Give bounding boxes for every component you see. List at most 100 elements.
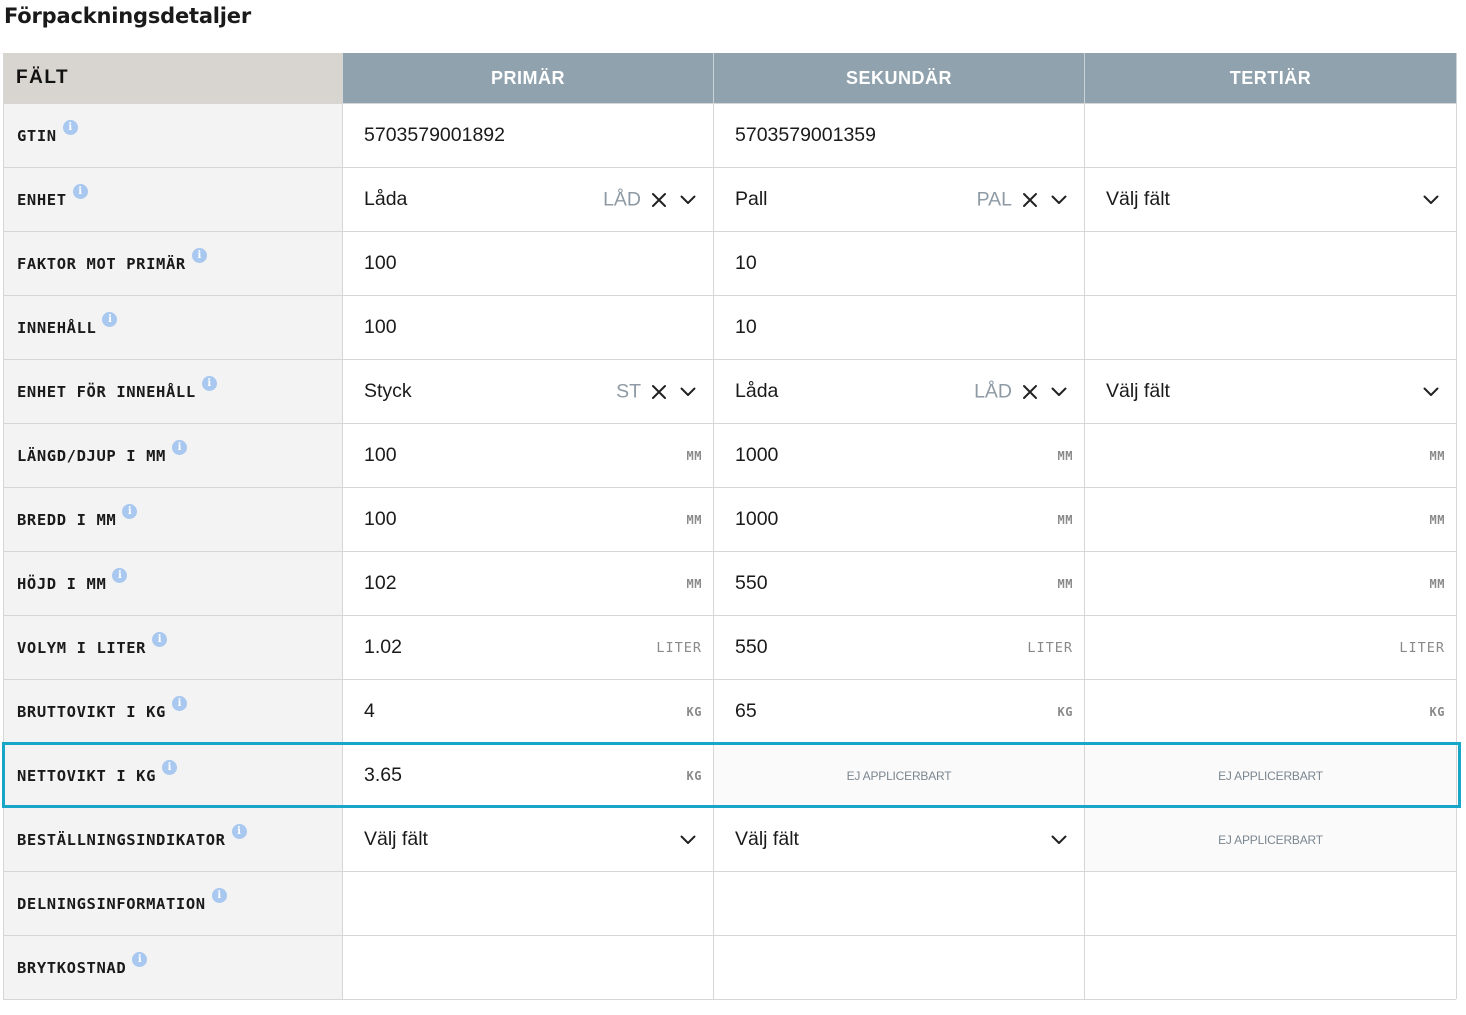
unit-label: MM	[1429, 512, 1445, 527]
packaging-details-table: FÄLT PRIMÄR SEKUNDÄR TERTIÄR GTIN i 570357…	[3, 53, 1457, 1000]
input-value[interactable]: 1000	[735, 444, 778, 467]
input-value[interactable]: 5703579001892	[364, 124, 505, 147]
innehåll-tertiary-cell[interactable]	[1085, 295, 1457, 359]
field-label-text: VOLYM I LITER	[17, 638, 147, 657]
beställningsindikator-secondary-cell[interactable]: Välj fält	[714, 807, 1085, 871]
unit-label: KG	[1057, 704, 1073, 719]
delningsinformation-secondary-cell[interactable]	[714, 871, 1085, 935]
input-value[interactable]: 10	[735, 252, 757, 275]
input-value[interactable]: 100	[364, 316, 397, 339]
select-value[interactable]: Välj fält	[735, 828, 799, 851]
chevron-down-icon[interactable]	[1423, 195, 1439, 205]
chevron-down-icon[interactable]	[680, 195, 696, 205]
select-value[interactable]: Styck	[364, 380, 412, 403]
select-value[interactable]: Välj fält	[1106, 380, 1170, 403]
enhet-secondary-cell[interactable]: Pall PAL	[714, 167, 1085, 231]
chevron-down-icon[interactable]	[1051, 387, 1067, 397]
info-icon[interactable]: i	[191, 248, 207, 263]
select-value[interactable]: Låda	[735, 380, 778, 403]
field-label-text: NETTOVIKT I KG	[17, 766, 157, 785]
enhet-för-innehåll-tertiary-cell[interactable]: Välj fält	[1085, 359, 1457, 423]
chevron-down-icon[interactable]	[1051, 835, 1067, 845]
enhet-primary-cell[interactable]: Låda LÅD	[343, 167, 714, 231]
input-value[interactable]: 100	[364, 508, 397, 531]
input-value[interactable]: 100	[364, 444, 397, 467]
info-icon[interactable]: i	[171, 440, 187, 455]
field-label-faktor-mot-primär: FAKTOR MOT PRIMÄR i	[4, 231, 343, 295]
enhet-för-innehåll-secondary-cell[interactable]: Låda LÅD	[714, 359, 1085, 423]
längd-djup-i-mm-primary-cell[interactable]: 100 MM	[343, 423, 714, 487]
clear-selection-icon[interactable]	[1022, 384, 1038, 400]
info-icon[interactable]: i	[162, 760, 178, 775]
brytkostnad-primary-cell[interactable]	[343, 935, 714, 999]
info-icon[interactable]: i	[122, 504, 138, 519]
delningsinformation-tertiary-cell[interactable]	[1085, 871, 1457, 935]
info-icon[interactable]: i	[201, 376, 217, 391]
select-value[interactable]: Pall	[735, 188, 768, 211]
unit-label: MM	[1429, 576, 1445, 591]
bredd-i-mm-primary-cell[interactable]: 100 MM	[343, 487, 714, 551]
input-value[interactable]: 102	[364, 572, 397, 595]
bruttovikt-i-kg-tertiary-cell[interactable]: KG	[1085, 679, 1457, 743]
innehåll-primary-cell[interactable]: 100	[343, 295, 714, 359]
höjd-i-mm-tertiary-cell[interactable]: MM	[1085, 551, 1457, 615]
nettovikt-i-kg-primary-cell[interactable]: 3.65 KG	[343, 743, 714, 807]
enhet-för-innehåll-primary-cell[interactable]: Styck ST	[343, 359, 714, 423]
bruttovikt-i-kg-primary-cell[interactable]: 4 KG	[343, 679, 714, 743]
clear-selection-icon[interactable]	[651, 192, 667, 208]
input-value[interactable]: 65	[735, 700, 757, 723]
beställningsindikator-primary-cell[interactable]: Välj fält	[343, 807, 714, 871]
chevron-down-icon[interactable]	[680, 387, 696, 397]
info-icon[interactable]: i	[231, 824, 247, 839]
info-icon[interactable]: i	[62, 120, 78, 135]
input-value[interactable]: 1000	[735, 508, 778, 531]
chevron-down-icon[interactable]	[680, 835, 696, 845]
faktor-mot-primär-primary-cell[interactable]: 100	[343, 231, 714, 295]
längd-djup-i-mm-secondary-cell[interactable]: 1000 MM	[714, 423, 1085, 487]
volym-i-liter-secondary-cell[interactable]: 550 LITER	[714, 615, 1085, 679]
enhet-tertiary-cell[interactable]: Välj fält	[1085, 167, 1457, 231]
volym-i-liter-tertiary-cell[interactable]: LITER	[1085, 615, 1457, 679]
höjd-i-mm-secondary-cell[interactable]: 550 MM	[714, 551, 1085, 615]
input-value[interactable]: 1.02	[364, 636, 402, 659]
höjd-i-mm-primary-cell[interactable]: 102 MM	[343, 551, 714, 615]
längd-djup-i-mm-tertiary-cell[interactable]: MM	[1085, 423, 1457, 487]
bruttovikt-i-kg-secondary-cell[interactable]: 65 KG	[714, 679, 1085, 743]
info-icon[interactable]: i	[132, 952, 148, 967]
input-value[interactable]: 10	[735, 316, 757, 339]
chevron-down-icon[interactable]	[1051, 195, 1067, 205]
faktor-mot-primär-secondary-cell[interactable]: 10	[714, 231, 1085, 295]
select-value[interactable]: Låda	[364, 188, 407, 211]
brytkostnad-tertiary-cell[interactable]	[1085, 935, 1457, 999]
volym-i-liter-primary-cell[interactable]: 1.02 LITER	[343, 615, 714, 679]
info-icon[interactable]: i	[152, 632, 168, 647]
select-value[interactable]: Välj fält	[364, 828, 428, 851]
innehåll-secondary-cell[interactable]: 10	[714, 295, 1085, 359]
info-icon[interactable]: i	[102, 312, 118, 327]
info-icon[interactable]: i	[72, 184, 88, 199]
bredd-i-mm-tertiary-cell[interactable]: MM	[1085, 487, 1457, 551]
gtin-tertiary-cell[interactable]	[1085, 103, 1457, 167]
clear-selection-icon[interactable]	[1022, 192, 1038, 208]
info-icon[interactable]: i	[171, 696, 187, 711]
select-value[interactable]: Välj fält	[1106, 188, 1170, 211]
input-value[interactable]: 4	[364, 700, 375, 723]
clear-selection-icon[interactable]	[651, 384, 667, 400]
chevron-down-icon[interactable]	[1423, 387, 1439, 397]
brytkostnad-secondary-cell[interactable]	[714, 935, 1085, 999]
input-value[interactable]: 3.65	[364, 764, 402, 787]
input-value[interactable]: 550	[735, 636, 768, 659]
bredd-i-mm-secondary-cell[interactable]: 1000 MM	[714, 487, 1085, 551]
info-icon[interactable]: i	[112, 568, 128, 583]
delningsinformation-primary-cell[interactable]	[343, 871, 714, 935]
field-label-text: DELNINGSINFORMATION	[17, 894, 206, 913]
input-value[interactable]: 550	[735, 572, 768, 595]
faktor-mot-primär-tertiary-cell[interactable]	[1085, 231, 1457, 295]
beställningsindikator-tertiary-cell: EJ APPLICERBART	[1085, 807, 1457, 871]
input-value[interactable]: 100	[364, 252, 397, 275]
gtin-secondary-cell[interactable]: 5703579001359	[714, 103, 1085, 167]
gtin-primary-cell[interactable]: 5703579001892	[343, 103, 714, 167]
input-value[interactable]: 5703579001359	[735, 124, 876, 147]
info-icon[interactable]: i	[211, 888, 227, 903]
unit-label: MM	[686, 576, 702, 591]
